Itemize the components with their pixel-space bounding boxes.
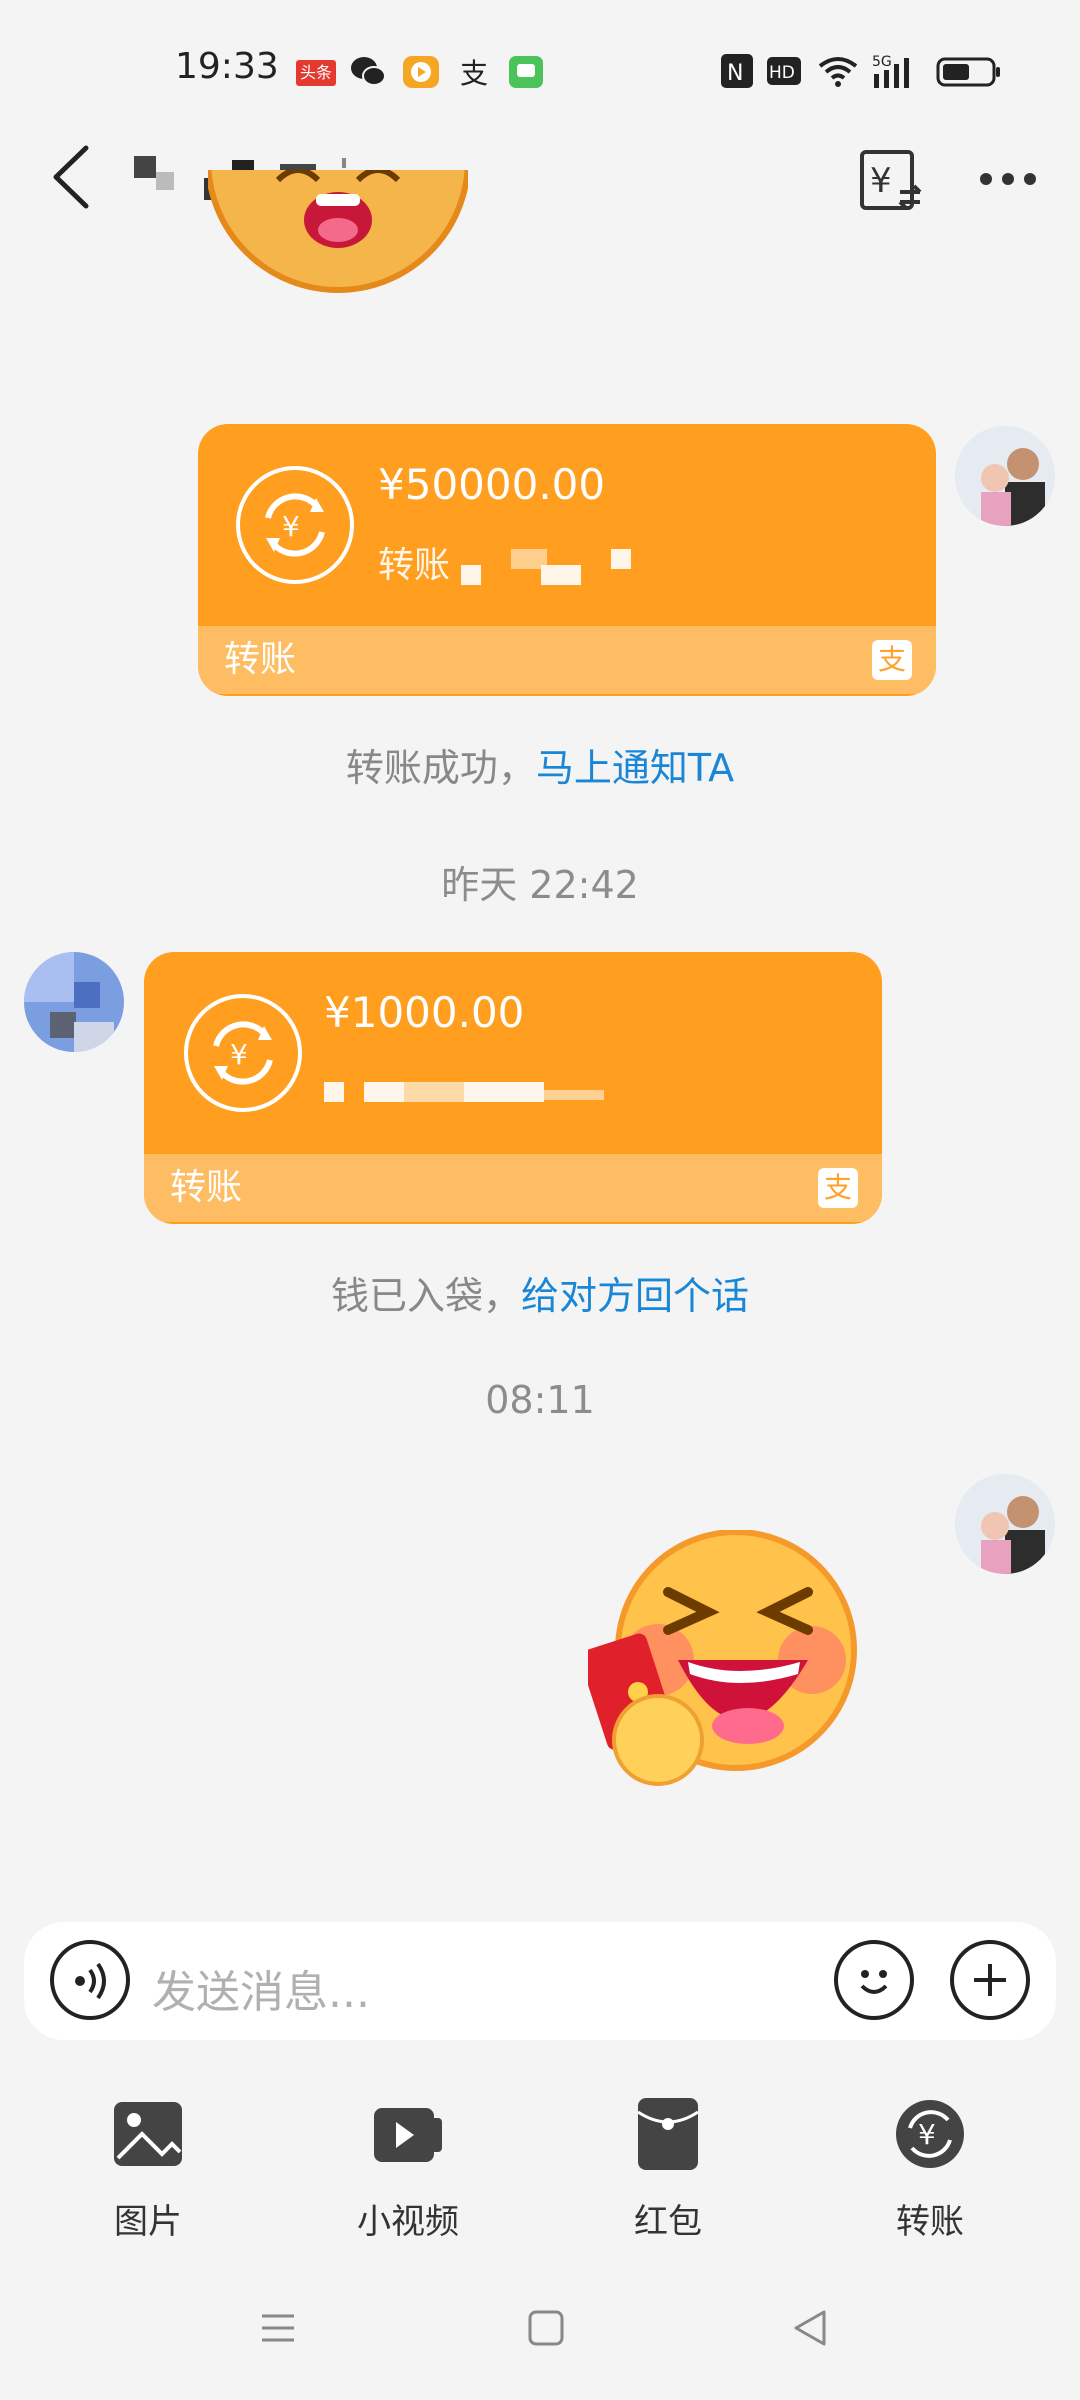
transfer-card-footer: 转账 支 — [144, 1154, 882, 1222]
transfer-card-received[interactable]: ¥ ¥1000.00 转账 支 — [144, 952, 882, 1224]
image-icon — [114, 2102, 182, 2166]
avatar-photo — [955, 426, 1055, 526]
my-avatar[interactable] — [955, 426, 1055, 526]
transfer-success-notice: 转账成功，马上通知TA — [0, 737, 1080, 792]
wechat-icon — [351, 57, 386, 86]
back-triangle-icon[interactable] — [790, 2308, 830, 2348]
tool-label: 小视频 — [357, 2202, 459, 2242]
5g-signal-icon: 5G — [872, 54, 909, 88]
transfer-coin-icon: ¥ — [236, 466, 354, 584]
chevron-left-icon[interactable] — [48, 142, 94, 212]
smiley-icon[interactable] — [834, 1940, 914, 2020]
timestamp: 08:11 — [485, 1378, 595, 1422]
message-input[interactable]: 发送消息... — [152, 1956, 370, 2020]
tool-video[interactable]: 小视频 — [308, 2098, 508, 2243]
status-bar: 19:33 头条 支 N HD 5G — [0, 0, 1080, 140]
memo-blurred — [461, 549, 632, 585]
notice-text: 转账成功， — [345, 746, 536, 790]
red-packet-icon — [637, 2098, 699, 2170]
timestamp: 昨天 22:42 — [441, 863, 639, 907]
video-icon — [374, 2108, 442, 2162]
red-packet-emoji-sticker[interactable] — [588, 1530, 858, 1792]
toutiao-icon: 头条 — [296, 60, 336, 86]
svg-text:¥: ¥ — [918, 2118, 936, 2151]
svg-text:¥: ¥ — [870, 161, 892, 201]
transfer-coin-icon: ¥ — [184, 994, 302, 1112]
contact-avatar[interactable] — [24, 952, 124, 1052]
avatar-photo — [955, 1474, 1055, 1574]
alipay-brand-icon: 支 — [872, 640, 912, 680]
transfer-card-body: ¥ ¥1000.00 — [144, 952, 882, 1154]
avatar-photo — [24, 952, 124, 1052]
laughing-emoji-sticker[interactable] — [208, 170, 468, 370]
reply-link[interactable]: 给对方回个话 — [521, 1274, 749, 1318]
transfer-card-footer: 转账 支 — [198, 626, 936, 694]
svg-text:5G: 5G — [872, 54, 892, 70]
svg-text:¥: ¥ — [282, 510, 300, 543]
alipay-icon: 支 — [460, 57, 488, 89]
menu-icon[interactable] — [258, 2308, 298, 2348]
hd-icon: HD — [767, 57, 801, 85]
transfer-footer-label: 转账 — [224, 639, 297, 680]
tool-label: 图片 — [114, 2202, 182, 2242]
svg-text:HD: HD — [769, 63, 795, 83]
transfer-amount: ¥50000.00 — [378, 460, 606, 509]
transfer-footer-label: 转账 — [170, 1167, 243, 1208]
nfc-icon: N — [721, 54, 753, 88]
transfer-memo: 转账 — [378, 536, 661, 588]
transfer-card-body: ¥ ¥50000.00 转账 — [198, 424, 936, 626]
transfer-amount: ¥1000.00 — [324, 988, 525, 1037]
tool-label: 转账 — [896, 2202, 964, 2242]
message-icon — [509, 56, 543, 88]
home-icon[interactable] — [526, 2308, 566, 2348]
more-dots-icon[interactable] — [978, 164, 1038, 194]
notify-link[interactable]: 马上通知TA — [536, 746, 734, 790]
tool-label: 红包 — [634, 2202, 702, 2242]
svg-text:¥: ¥ — [230, 1038, 248, 1071]
money-received-notice: 钱已入袋，给对方回个话 — [0, 1265, 1080, 1320]
memo-blurred — [324, 1082, 604, 1102]
voice-icon[interactable] — [50, 1940, 130, 2020]
notice-text: 钱已入袋， — [330, 1274, 521, 1318]
svg-text:支: 支 — [460, 57, 488, 89]
transfer-card-sent[interactable]: ¥ ¥50000.00 转账 转账 支 — [198, 424, 936, 696]
plus-icon[interactable] — [950, 1940, 1030, 2020]
status-time: 19:33 — [175, 46, 279, 87]
alipay-brand-icon: 支 — [818, 1168, 858, 1208]
transfer-icon: ¥ — [896, 2100, 964, 2168]
battery-icon — [936, 57, 1000, 87]
tool-image[interactable]: 图片 — [48, 2098, 248, 2243]
tool-red-packet[interactable]: 红包 — [568, 2098, 768, 2243]
video-app-icon — [403, 56, 439, 88]
yuan-transfer-icon[interactable]: ¥ — [858, 148, 924, 214]
message-input-bar: 发送消息... — [24, 1922, 1056, 2040]
my-avatar[interactable] — [955, 1474, 1055, 1574]
wifi-icon — [818, 57, 858, 87]
tool-transfer[interactable]: ¥ 转账 — [830, 2098, 1030, 2243]
svg-text:N: N — [727, 61, 743, 86]
